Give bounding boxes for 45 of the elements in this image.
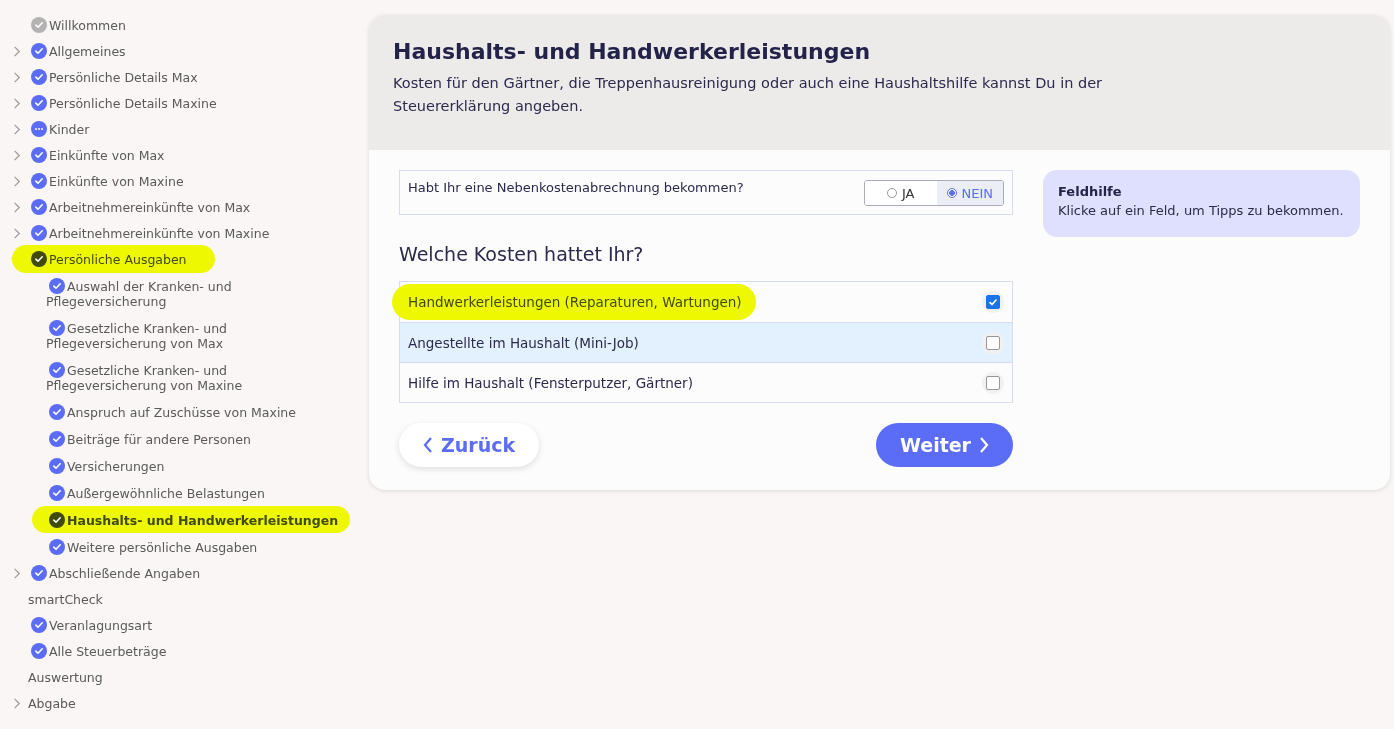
option-label: Hilfe im Haushalt (Fensterputzer, Gärtner) — [408, 374, 693, 391]
sidebar-subitem[interactable]: Weitere persönliche Ausgaben — [46, 533, 308, 560]
intro-text: Kosten für den Gärtner, die Treppenhausreinigung oder auch eine Haushaltshilfe kannst Du in der Steuererklärung angeben. — [393, 74, 1104, 116]
sidebar-item[interactable]: Einkünfte von Maxine — [28, 173, 187, 189]
back-button[interactable]: Zurück — [399, 423, 540, 467]
help-text: Klicke auf ein Feld, um Tipps zu bekommen. — [1058, 203, 1345, 218]
sidebar-subitem[interactable]: Beiträge für andere Personen — [46, 425, 308, 452]
sidebar-item[interactable]: Veranlagungsart — [28, 617, 156, 633]
sidebar-item[interactable]: Abgabe — [28, 695, 79, 711]
section-heading: Welche Kosten hattet Ihr? — [399, 243, 645, 265]
help-title: Feldhilfe — [1058, 184, 1123, 199]
sidebar-item[interactable]: Auswertung — [28, 669, 106, 685]
cost-option-row[interactable]: Hilfe im Haushalt (Fensterputzer, Gärtner) — [400, 362, 1012, 402]
sidebar-subitem[interactable]: Außergewöhnliche Belastungen — [46, 479, 308, 506]
sidebar-item[interactable]: Arbeitnehmereinkünfte von Max — [28, 199, 254, 215]
option-label: Angestellte im Haushalt (Mini-Job) — [408, 334, 639, 351]
next-button[interactable]: Weiter — [875, 423, 1013, 467]
checkbox[interactable] — [986, 295, 1000, 309]
question-label: Habt Ihr eine Nebenkostenabrechnung bekommen? — [408, 180, 744, 197]
sidebar-subitem[interactable]: Gesetzliche Kranken- und Pflegeversicherung von Maxine — [46, 356, 308, 398]
sidebar-item[interactable]: Allgemeines — [28, 43, 129, 59]
sidebar-item[interactable]: Willkommen — [28, 17, 129, 33]
cost-option-row[interactable]: Angestellte im Haushalt (Mini-Job) — [400, 322, 1012, 362]
sidebar-item[interactable]: Einkünfte von Max — [28, 147, 168, 163]
sidebar-item[interactable]: Persönliche Details Maxine — [28, 95, 220, 111]
checkmark-icon — [987, 296, 999, 308]
option-label: Handwerkerleistungen (Reparaturen, Wartungen) — [392, 284, 756, 320]
sidebar-item[interactable]: Kinder — [28, 121, 93, 137]
checkbox[interactable] — [986, 375, 1000, 390]
checkbox[interactable] — [986, 335, 1000, 350]
sidebar-item[interactable]: Arbeitnehmereinkünfte von Maxine — [28, 225, 273, 241]
sidebar-subitem[interactable]: Anspruch auf Zuschüsse von Maxine — [46, 398, 308, 425]
sidebar-item[interactable]: smartCheck — [28, 591, 106, 607]
toggle-option[interactable]: NEIN — [936, 181, 1003, 205]
sidebar-item[interactable]: Persönliche Ausgaben — [12, 245, 215, 273]
sidebar-item[interactable]: Alle Steuerbeträge — [28, 643, 170, 659]
sidebar-subitem[interactable]: Gesetzliche Kranken- und Pflegeversicherung von Max — [46, 314, 308, 356]
sidebar-subitem[interactable]: Haushalts- und Handwerkerleistungen — [32, 506, 351, 533]
chevron-right-icon — [979, 436, 989, 454]
sidebar-subitem[interactable]: Auswahl der Kranken- und Pflegeversicherung — [46, 272, 308, 314]
sidebar-subitem[interactable]: Versicherungen — [46, 452, 308, 479]
page-title: Haushalts- und Handwerkerleistungen — [393, 39, 872, 64]
sidebar-item[interactable]: Persönliche Details Max — [28, 69, 201, 85]
chevron-left-icon — [423, 436, 433, 454]
sidebar-item[interactable]: Abschließende Angaben — [28, 565, 204, 581]
